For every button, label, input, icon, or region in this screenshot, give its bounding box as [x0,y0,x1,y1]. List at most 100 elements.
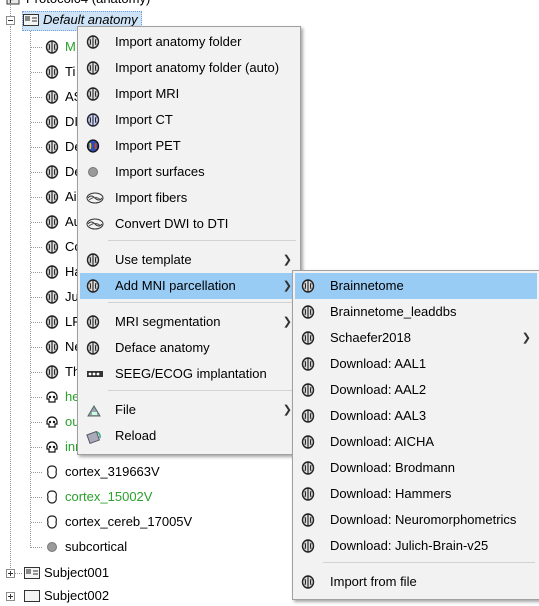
tree-line [31,222,42,223]
tree-node-label: cortex_15002V [65,489,153,504]
submenu-item-download-aal2[interactable]: Download: AAL2 [295,377,537,403]
mri-icon [301,513,315,527]
mri-icon [45,90,59,104]
tree-line [31,247,42,248]
tree-line [31,172,42,173]
submenu-item-download-aicha[interactable]: Download: AICHA [295,429,537,455]
tree-line [31,47,42,48]
menu-item-seeg-ecog-implantation[interactable]: SEEG/ECOG implantation [80,361,298,387]
mri-icon [86,279,100,293]
menu-item-label: MRI segmentation [115,314,221,329]
menu-item-import-fibers[interactable]: Import fibers [80,185,298,211]
menu-separator [108,302,296,303]
submenu-arrow-icon: ❯ [282,316,292,328]
submenu-item-label: Download: AAL3 [330,408,427,423]
tree-line [31,472,42,473]
tree-line [10,26,11,574]
submenu-item-import-from-file[interactable]: Import from file [295,569,537,595]
file-icon [86,403,101,417]
surface-icon [45,540,59,554]
mri-icon [301,409,315,423]
subject001-label: Subject001 [44,565,110,580]
submenu-item-brainnetome[interactable]: Brainnetome [295,273,537,299]
menu-item-label: File [115,402,136,417]
menu-item-label: Import surfaces [115,164,205,179]
menu-item-label: Import fibers [115,190,188,205]
submenu-item-label: Brainnetome_leaddbs [330,304,457,319]
submenu-arrow-icon: ❯ [282,280,292,292]
tree-line [31,322,42,323]
subject002-label: Subject002 [44,588,110,603]
submenu-item-brainnetome-leaddbs[interactable]: Brainnetome_leaddbs [295,299,537,325]
mri-icon [45,65,59,79]
menu-item-import-anatomy-folder[interactable]: Import anatomy folder [80,29,298,55]
mri-icon [45,165,59,179]
tree-line [31,347,42,348]
expand-subject002[interactable] [6,592,15,601]
mri-icon [45,140,59,154]
menu-item-use-template[interactable]: Use template ❯ [80,247,298,273]
submenu-item-download-aal3[interactable]: Download: AAL3 [295,403,537,429]
menu-item-label: Import anatomy folder [115,34,242,49]
tree-node-label: M [65,39,76,54]
submenu-item-download-julich-brain-v25[interactable]: Download: Julich-Brain-v25 [295,533,537,559]
menu-item-import-pet[interactable]: Import PET [80,133,298,159]
pet-icon [86,139,100,153]
menu-item-label: Add MNI parcellation [115,278,236,293]
submenu-item-download-hammers[interactable]: Download: Hammers [295,481,537,507]
tree-node-label: Ai [65,189,77,204]
menu-item-file[interactable]: File ❯ [80,397,298,423]
tree-line [15,573,22,574]
submenu-arrow-icon: ❯ [282,254,292,266]
submenu-item-download-aal1[interactable]: Download: AAL1 [295,351,537,377]
tree-line [31,497,42,498]
collapse-default-anatomy[interactable] [6,16,15,25]
menu-item-label: Convert DWI to DTI [115,216,229,231]
submenu-item-label: Download: Neuromorphometrics [330,512,517,527]
protocol-label: Protocol04 (anatomy) [26,0,150,9]
mri-icon [45,190,59,204]
mri-icon [86,87,100,101]
subject-icon [23,13,39,27]
menu-item-deface-anatomy[interactable]: Deface anatomy [80,335,298,361]
submenu-item-schaefer2018[interactable]: Schaefer2018 ❯ [295,325,537,351]
submenu-item-label: Import from file [330,574,417,589]
menu-item-import-ct[interactable]: Import CT [80,107,298,133]
menu-item-reload[interactable]: Reload [80,423,298,449]
tree-line [31,547,42,548]
mri-icon [301,487,315,501]
submenu-arrow-icon: ❯ [282,404,292,416]
tree-node-label: cortex_cereb_17005V [65,514,193,529]
fibers-icon [86,191,104,205]
menu-item-import-mri[interactable]: Import MRI [80,81,298,107]
mri-icon [45,340,59,354]
expand-subject001[interactable] [6,569,15,578]
cortex-icon [45,465,59,479]
mri-icon [301,383,315,397]
surface-icon [86,165,100,179]
menu-item-import-surfaces[interactable]: Import surfaces [80,159,298,185]
menu-item-add-mni-parcellation[interactable]: Add MNI parcellation ❯ [80,273,298,299]
submenu-item-label: Download: Hammers [330,486,452,501]
subject-icon [24,589,40,603]
menu-separator [108,240,296,241]
mri-icon [45,215,59,229]
tree-node-label: Ti [65,64,76,79]
menu-item-mri-segmentation[interactable]: MRI segmentation ❯ [80,309,298,335]
svg-text:P: P [9,0,15,6]
submenu-item-label: Schaefer2018 [330,330,411,345]
skull-icon [45,390,59,404]
tree-line [31,272,42,273]
submenu-item-download-neuromorphometrics[interactable]: Download: Neuromorphometrics [295,507,537,533]
menu-item-import-anatomy-folder-auto[interactable]: Import anatomy folder (auto) [80,55,298,81]
submenu-item-download-brodmann[interactable]: Download: Brodmann [295,455,537,481]
submenu-item-label: Download: Brodmann [330,460,456,475]
menu-item-label: SEEG/ECOG implantation [115,366,267,381]
tree-line [31,147,42,148]
submenu-item-label: Download: AAL2 [330,382,427,397]
submenu-item-label: Brainnetome [330,278,404,293]
mri-icon [45,40,59,54]
menu-item-convert-dwi-to-dti[interactable]: Convert DWI to DTI [80,211,298,237]
menu-item-label: Import anatomy folder (auto) [115,60,280,75]
mri-icon [86,61,100,75]
